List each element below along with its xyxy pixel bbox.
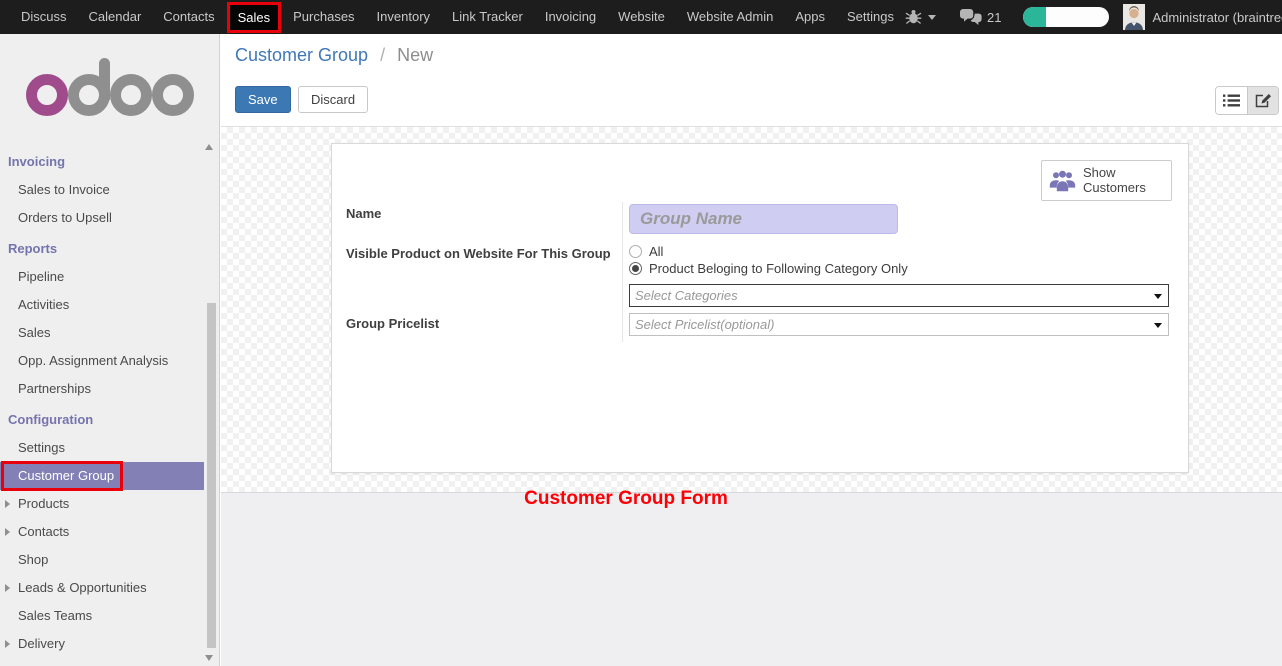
nav-item-contacts[interactable]: Contacts xyxy=(152,0,225,34)
customer-group-form-sheet: Show Customers Name Visible Product on W… xyxy=(331,143,1189,473)
nav-item-calendar[interactable]: Calendar xyxy=(78,0,153,34)
chevron-right-icon xyxy=(5,584,10,592)
nav-item-sales[interactable]: Sales xyxy=(227,2,282,33)
timer-pill[interactable] xyxy=(1023,7,1109,27)
show-customers-label: Show Customers xyxy=(1083,166,1164,196)
sidebar-item-contacts[interactable]: Contacts xyxy=(0,518,219,546)
sidebar-item-partnerships[interactable]: Partnerships xyxy=(0,375,219,403)
sidebar-item-products-label: Products xyxy=(18,496,69,511)
chat-bubbles-icon[interactable] xyxy=(960,9,982,25)
avatar[interactable] xyxy=(1123,4,1145,30)
sidebar-item-opp-assignment-analysis[interactable]: Opp. Assignment Analysis xyxy=(0,347,219,375)
list-view-button[interactable] xyxy=(1216,87,1247,114)
pricelist-select-placeholder: Select Pricelist(optional) xyxy=(635,317,774,332)
sidebar-item-pipeline[interactable]: Pipeline xyxy=(0,263,219,291)
nav-item-apps[interactable]: Apps xyxy=(784,0,836,34)
sidebar-item-shop[interactable]: Shop xyxy=(0,546,219,574)
chevron-right-icon xyxy=(5,640,10,648)
chevron-right-icon xyxy=(5,528,10,536)
bug-icon[interactable] xyxy=(905,9,922,25)
form-view-icon xyxy=(1255,93,1272,108)
breadcrumb-parent[interactable]: Customer Group xyxy=(235,45,368,65)
logo-d-stem xyxy=(99,58,110,100)
debug-caret-icon[interactable] xyxy=(928,15,936,20)
sidebar-item-orders-to-upsell[interactable]: Orders to Upsell xyxy=(0,204,219,232)
view-switcher xyxy=(1215,86,1279,115)
form-column-separator xyxy=(622,202,623,342)
sidebar-item-customer-group-label: Customer Group xyxy=(18,468,114,483)
topbar-right-cluster: 21 Administrator (braintree) xyxy=(905,4,1282,30)
user-menu[interactable]: Administrator (braintree) xyxy=(1152,10,1282,25)
group-pricelist-field-label: Group Pricelist xyxy=(346,316,439,331)
nav-item-discuss[interactable]: Discuss xyxy=(10,0,78,34)
chevron-down-icon xyxy=(1154,294,1162,299)
pricelist-select[interactable]: Select Pricelist(optional) xyxy=(629,313,1169,336)
categories-select-placeholder: Select Categories xyxy=(635,288,738,303)
top-nav-bar: Discuss Calendar Contacts Sales Purchase… xyxy=(0,0,1282,34)
show-customers-button[interactable]: Show Customers xyxy=(1041,160,1172,201)
sidebar-item-settings[interactable]: Settings xyxy=(0,434,219,462)
radio-all-circle[interactable] xyxy=(629,245,642,258)
logo-ring-4 xyxy=(152,74,194,116)
radio-category-circle[interactable] xyxy=(629,262,642,275)
group-people-icon xyxy=(1049,169,1076,192)
chevron-right-icon xyxy=(5,500,10,508)
sidebar-item-leads-opportunities-label: Leads & Opportunities xyxy=(18,580,147,595)
content-footer-area xyxy=(221,492,1282,666)
control-panel: Customer Group / New Save Discard xyxy=(221,34,1282,127)
nav-item-purchases[interactable]: Purchases xyxy=(282,0,365,34)
name-field-label: Name xyxy=(346,206,381,221)
chevron-down-icon xyxy=(1154,323,1162,328)
sidebar-section-reports: Reports xyxy=(0,235,219,263)
sidebar-scroll-up-icon[interactable] xyxy=(205,144,213,150)
sidebar: Invoicing Sales to Invoice Orders to Ups… xyxy=(0,34,220,666)
sidebar-scroll-down-icon[interactable] xyxy=(205,655,213,661)
sidebar-menu: Invoicing Sales to Invoice Orders to Ups… xyxy=(0,148,219,658)
sidebar-item-activities[interactable]: Activities xyxy=(0,291,219,319)
nav-item-link-tracker[interactable]: Link Tracker xyxy=(441,0,534,34)
nav-item-inventory[interactable]: Inventory xyxy=(366,0,441,34)
form-view-button[interactable] xyxy=(1247,87,1278,114)
save-button[interactable]: Save xyxy=(235,86,291,113)
nav-item-settings[interactable]: Settings xyxy=(836,0,905,34)
categories-select[interactable]: Select Categories xyxy=(629,284,1169,307)
radio-option-category-only[interactable]: Product Beloging to Following Category O… xyxy=(629,261,908,276)
visible-product-field-label: Visible Product on Website For This Grou… xyxy=(346,246,611,261)
sidebar-item-leads-opportunities[interactable]: Leads & Opportunities xyxy=(0,574,219,602)
group-name-input[interactable] xyxy=(629,204,898,234)
sidebar-item-sales[interactable]: Sales xyxy=(0,319,219,347)
sidebar-scrollbar[interactable] xyxy=(207,303,216,648)
logo-ring-1 xyxy=(26,74,68,116)
radio-all-label: All xyxy=(649,244,663,259)
messages-count-badge[interactable]: 21 xyxy=(987,10,1001,25)
discard-button[interactable]: Discard xyxy=(298,86,368,113)
sidebar-item-products[interactable]: Products xyxy=(0,490,219,518)
nav-item-website[interactable]: Website xyxy=(607,0,676,34)
annotation-caption: Customer Group Form xyxy=(221,488,1031,510)
breadcrumb: Customer Group / New xyxy=(235,45,433,66)
radio-option-all[interactable]: All xyxy=(629,244,663,259)
timer-progress xyxy=(1023,7,1046,27)
sidebar-item-delivery[interactable]: Delivery xyxy=(0,630,219,658)
breadcrumb-current: New xyxy=(397,45,433,65)
radio-category-label: Product Beloging to Following Category O… xyxy=(649,261,908,276)
breadcrumb-separator: / xyxy=(373,45,392,65)
odoo-logo xyxy=(26,74,194,116)
nav-item-invoicing[interactable]: Invoicing xyxy=(534,0,607,34)
list-view-icon xyxy=(1223,94,1240,107)
sidebar-item-sales-to-invoice[interactable]: Sales to Invoice xyxy=(0,176,219,204)
sidebar-item-delivery-label: Delivery xyxy=(18,636,65,651)
sidebar-section-invoicing: Invoicing xyxy=(0,148,219,176)
sidebar-section-configuration: Configuration xyxy=(0,406,219,434)
logo-ring-3 xyxy=(110,74,152,116)
sidebar-item-customer-group[interactable]: Customer Group xyxy=(0,462,204,490)
nav-item-website-admin[interactable]: Website Admin xyxy=(676,0,784,34)
sidebar-item-sales-teams[interactable]: Sales Teams xyxy=(0,602,219,630)
sidebar-item-contacts-label: Contacts xyxy=(18,524,69,539)
